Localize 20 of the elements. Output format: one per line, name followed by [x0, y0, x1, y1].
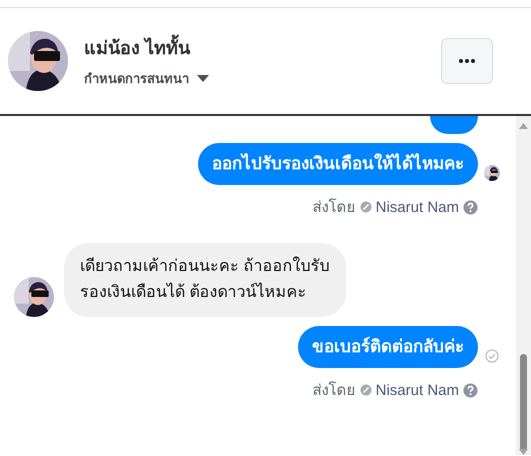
help-icon[interactable] — [463, 200, 478, 214]
message-bubble: เดียวถามเค้าก่อนนะคะ ถ้าออกใบรับรองเงินเดือนได้ ต้องดาวน์ไหมคะ — [64, 243, 346, 317]
contact-name: แม่น้อง ไททั้น — [84, 33, 425, 62]
scroll-thumb[interactable] — [520, 354, 527, 451]
sender-name[interactable]: Nisarut Nam — [376, 382, 459, 398]
caret-icon[interactable] — [197, 74, 209, 82]
scroll-down-icon[interactable] — [519, 449, 528, 455]
sender-name[interactable]: Nisarut Nam — [376, 198, 459, 216]
help-icon[interactable] — [463, 382, 478, 398]
scrollbar[interactable] — [516, 116, 531, 455]
more-icon — [459, 59, 475, 63]
scroll-up-icon[interactable] — [519, 123, 528, 129]
sent-by-label: ส่งโดย — [312, 380, 356, 401]
conversation-settings-link[interactable]: กำหนดการสนทนา — [84, 68, 189, 89]
sent-by-label: ส่งโดย — [312, 197, 356, 218]
message-bubble — [430, 116, 478, 134]
message-bubble: ออกไปรับรองเงินเดือนให้ได้ไหมคะ — [198, 143, 478, 185]
blocked-icon — [360, 201, 372, 213]
message-bubble: ขอเบอร์ติดต่อกลับค่ะ — [298, 326, 478, 368]
blocked-icon — [360, 384, 372, 396]
